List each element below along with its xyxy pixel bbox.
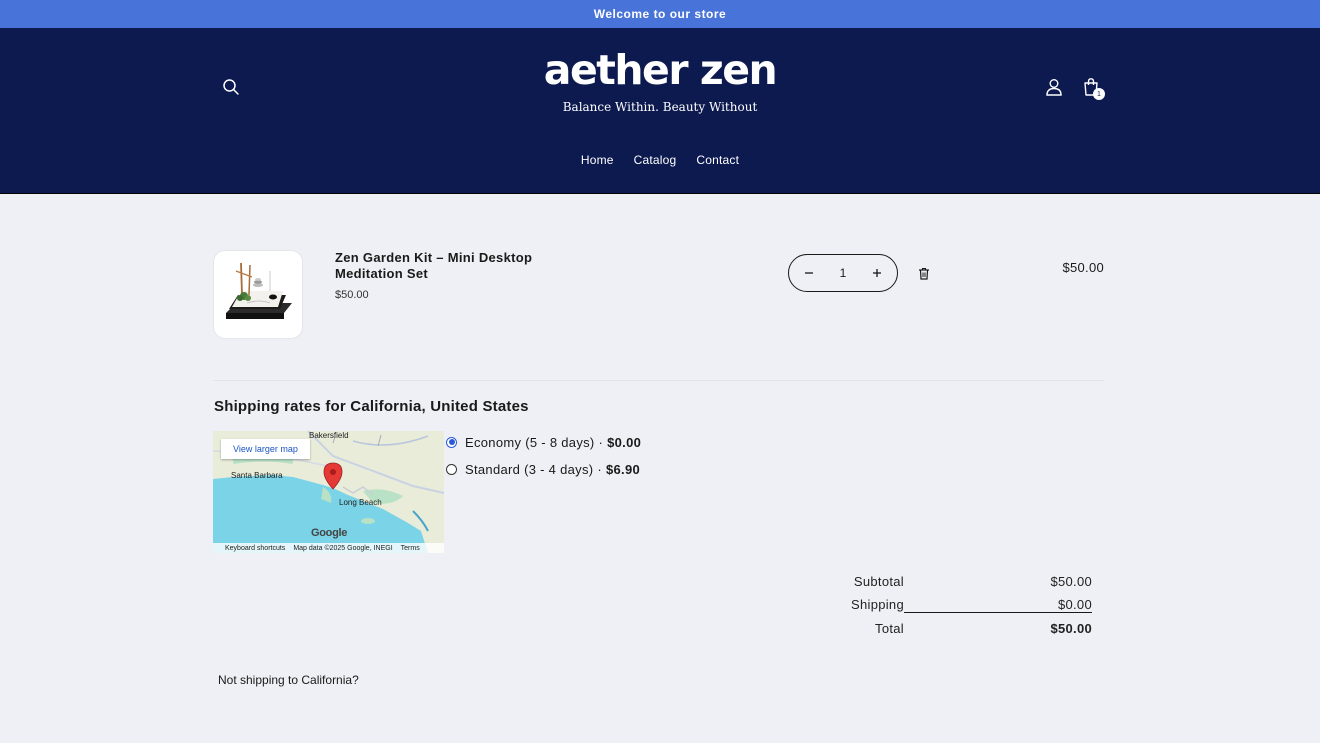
map-label-long-beach: Long Beach — [339, 498, 382, 507]
quantity-input[interactable] — [828, 266, 858, 280]
zen-garden-image — [226, 262, 292, 319]
economy-radio[interactable] — [446, 436, 457, 448]
shipping-value: $0.00 — [904, 597, 1092, 613]
map-label-santa-barbara: Santa Barbara — [231, 471, 283, 480]
total-row: Total $50.00 — [800, 617, 1092, 640]
order-totals: Subtotal $50.00 Shipping $0.00 Total $50… — [800, 570, 1092, 640]
shipping-label: Shipping — [851, 597, 904, 612]
subtotal-value: $50.00 — [1050, 574, 1092, 589]
account-button[interactable] — [1043, 76, 1065, 98]
trash-icon — [919, 267, 929, 280]
shipping-rate-economy[interactable]: Economy (5 - 8 days) · $0.00 — [446, 433, 641, 451]
keyboard-shortcuts-link[interactable]: Keyboard shortcuts — [225, 545, 285, 552]
economy-rate-label: Economy (5 - 8 days) · — [465, 434, 604, 450]
cart-item-line-total: $50.00 — [1062, 260, 1104, 275]
google-logo: Google — [311, 527, 348, 539]
cart-count-badge: 1 — [1093, 88, 1105, 100]
total-label: Total — [875, 621, 904, 636]
shipping-rate-standard[interactable]: Standard (3 - 4 days) · $6.90 — [446, 460, 641, 478]
map-label-bakersfield: Bakersfield — [309, 431, 349, 440]
standard-rate-price: $6.90 — [605, 461, 641, 477]
increase-quantity-button[interactable] — [867, 263, 887, 283]
shipping-rate-options: Economy (5 - 8 days) · $0.00 Standard (3… — [446, 433, 641, 487]
section-divider — [213, 380, 1104, 381]
user-icon — [1046, 79, 1062, 96]
decrease-quantity-button[interactable] — [799, 263, 819, 283]
total-value: $50.00 — [1050, 621, 1092, 636]
shipping-row: Shipping $0.00 — [800, 593, 1092, 616]
subtotal-label: Subtotal — [853, 574, 904, 589]
map-data-attribution: Map data ©2025 Google, INEGI — [293, 544, 393, 552]
cart-item-title[interactable]: Zen Garden Kit – Mini Desktop Meditation… — [335, 250, 565, 282]
view-larger-map-button[interactable]: View larger map — [221, 439, 310, 459]
shipping-rates-heading: Shipping rates for California, United St… — [214, 398, 529, 415]
minus-icon — [805, 272, 813, 274]
remove-item-button[interactable] — [916, 265, 932, 281]
map-footer: Keyboard shortcuts Map data ©2025 Google… — [213, 543, 444, 553]
brand-tagline: Balance Within. Beauty Without — [562, 100, 758, 114]
not-shipping-link[interactable]: Not shipping to California? — [218, 673, 359, 687]
plus-icon — [873, 269, 881, 277]
announcement-text: Welcome to our store — [593, 7, 727, 21]
cart-item-unit-price: $50.00 — [335, 289, 369, 301]
shipping-map[interactable]: View larger map Bakersfield Santa Barbar… — [213, 431, 444, 553]
standard-radio[interactable] — [446, 463, 457, 475]
map-terms-link[interactable]: Terms — [401, 545, 420, 552]
cart-button[interactable]: 1 — [1079, 74, 1105, 100]
site-header: aether zen Balance Within. Beauty Withou… — [0, 28, 1320, 194]
subtotal-row: Subtotal $50.00 — [800, 570, 1092, 593]
nav-contact[interactable]: Contact — [696, 153, 739, 167]
standard-rate-label: Standard (3 - 4 days) · — [465, 461, 602, 477]
quantity-stepper — [788, 254, 898, 292]
main-nav: Home Catalog Contact — [0, 153, 1320, 167]
nav-catalog[interactable]: Catalog — [634, 153, 677, 167]
nav-home[interactable]: Home — [581, 153, 614, 167]
announcement-bar: Welcome to our store — [0, 0, 1320, 28]
economy-rate-price: $0.00 — [607, 434, 642, 450]
brand-logo[interactable]: aether zen — [0, 46, 1320, 94]
product-thumbnail[interactable] — [213, 250, 303, 339]
